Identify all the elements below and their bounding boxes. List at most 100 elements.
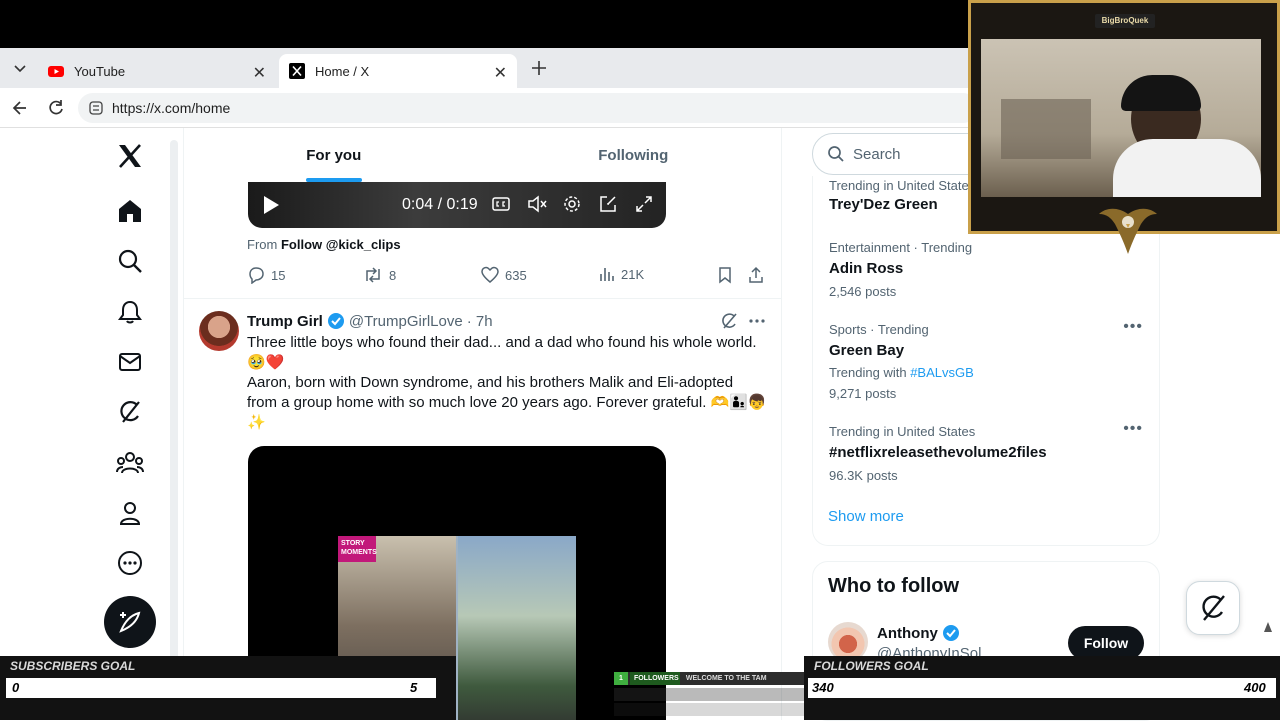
timeline-tabs: For you Following <box>184 128 782 182</box>
author-handle[interactable]: @TrumpGirlLove <box>349 313 463 330</box>
who-to-follow-title: Who to follow <box>828 575 960 597</box>
tab-for-you[interactable]: For you <box>184 128 484 182</box>
goal-title: FOLLOWERS GOAL <box>814 659 929 673</box>
goal-current: 0 <box>12 680 20 695</box>
grok-icon <box>722 313 737 329</box>
expand-icon <box>636 196 652 212</box>
mute-button[interactable] <box>527 195 547 213</box>
url-text: https://x.com/home <box>112 100 231 116</box>
video-time: 0:04 / 0:19 <box>402 196 478 213</box>
heart-icon <box>481 266 499 283</box>
compose-icon <box>119 611 141 633</box>
user-name: Anthony <box>877 624 938 642</box>
trend-count: 96.3K posts <box>829 468 898 483</box>
trend-context: Trending with #BALvsGB <box>829 365 1149 380</box>
close-icon[interactable]: ✕ <box>494 63 507 83</box>
dock-button[interactable] <box>599 195 617 213</box>
trend-item[interactable]: Trending in United States #netflixreleas… <box>829 420 1149 483</box>
trend-item[interactable]: Sports · Trending Green Bay Trending wit… <box>829 318 1149 401</box>
tweet-text-line: Aaron, born with Down syndrome, and his … <box>247 374 767 431</box>
scroll-thumb-icon <box>1264 622 1272 632</box>
timeline-column: For you Following 0:04 / 0:19 From Follo… <box>183 128 782 720</box>
tweet-actions: 15 8 635 21K <box>247 266 767 286</box>
url-field[interactable]: https://x.com/home <box>78 93 978 123</box>
follow-source-link[interactable]: Follow @kick_clips <box>281 237 401 252</box>
reply-button[interactable]: 15 <box>247 266 285 284</box>
view-count: 21K <box>621 266 645 282</box>
search-icon <box>828 146 844 162</box>
share-button[interactable] <box>747 266 771 284</box>
nav-messages[interactable] <box>114 346 146 378</box>
active-tab-indicator <box>305 178 362 182</box>
fullscreen-button[interactable] <box>635 195 653 213</box>
back-button[interactable] <box>10 98 30 118</box>
close-icon[interactable]: ✕ <box>253 63 266 83</box>
plus-icon <box>532 61 546 75</box>
post-button[interactable] <box>104 596 156 648</box>
youtube-icon <box>48 63 64 79</box>
tweet-more-button[interactable] <box>748 312 766 330</box>
followers-goal-track <box>808 678 1276 698</box>
tab-following[interactable]: Following <box>484 128 782 182</box>
bookmark-button[interactable] <box>717 266 739 284</box>
play-button[interactable] <box>262 195 280 215</box>
repost-button[interactable]: 8 <box>363 266 396 284</box>
page-scrollbar-arrow[interactable] <box>1263 620 1273 634</box>
nav-more[interactable] <box>114 547 146 579</box>
tweet-header: Trump Girl @TrumpGirlLove · 7h <box>247 312 493 330</box>
analytics-icon <box>600 268 614 281</box>
nav-explore[interactable] <box>114 245 146 277</box>
more-horizontal-icon[interactable]: ••• <box>1123 318 1143 336</box>
site-info-icon[interactable] <box>88 100 104 116</box>
ticker-row-faded <box>614 688 804 701</box>
tweet-divider <box>184 298 781 299</box>
tab-youtube[interactable]: YouTube ✕ <box>38 54 276 88</box>
webcam-overlay: BigBroQuek <box>968 0 1280 234</box>
nav-notifications[interactable] <box>114 296 146 328</box>
captions-button[interactable] <box>492 196 510 212</box>
repost-count: 8 <box>389 267 397 283</box>
views-button[interactable]: 21K <box>599 266 644 282</box>
nav-profile[interactable] <box>114 497 146 529</box>
bell-icon <box>118 300 142 324</box>
ticker-row: 1 FOLLOWERS WELCOME TO THE TAM <box>614 672 804 685</box>
trend-title: #netflixreleasethevolume2files <box>829 444 1047 461</box>
verified-badge-icon <box>942 625 959 641</box>
nav-communities[interactable] <box>114 447 146 479</box>
x-logo-icon <box>119 144 141 168</box>
ticker-row-faded <box>614 703 804 716</box>
author-name[interactable]: Trump Girl <box>247 313 323 330</box>
video-controls: 0:04 / 0:19 <box>248 182 666 228</box>
tweet-time[interactable]: · 7h <box>467 313 493 330</box>
trend-count: 9,271 posts <box>829 386 897 401</box>
reload-button[interactable] <box>46 98 66 118</box>
trend-hashtag-link[interactable]: #BALvsGB <box>910 365 974 380</box>
bookmark-icon <box>719 267 731 284</box>
show-more-link[interactable]: Show more <box>828 508 904 525</box>
avatar[interactable] <box>199 311 239 351</box>
goal-title: SUBSCRIBERS GOAL <box>10 659 136 673</box>
tab-label: Home / X <box>315 63 370 79</box>
search-placeholder: Search <box>853 145 901 163</box>
verified-badge-icon <box>327 313 344 329</box>
share-icon <box>749 266 763 283</box>
like-button[interactable]: 635 <box>481 266 527 284</box>
captions-icon <box>492 197 510 211</box>
tweet-text-line: Three little boys who found their dad...… <box>247 334 757 371</box>
x-home-logo[interactable] <box>114 140 146 172</box>
follow-button[interactable]: Follow <box>1068 626 1144 660</box>
timeline-scrollbar[interactable] <box>170 140 178 660</box>
settings-button[interactable] <box>563 195 581 213</box>
nav-home[interactable] <box>114 195 146 227</box>
trend-count: 2,546 posts <box>829 284 897 299</box>
grok-explain-button[interactable] <box>720 312 738 330</box>
grok-floating-button[interactable] <box>1186 581 1240 635</box>
more-horizontal-icon[interactable]: ••• <box>1123 420 1143 438</box>
nav-grok[interactable] <box>114 396 146 428</box>
goal-target: 400 <box>1244 680 1266 695</box>
tab-home-x[interactable]: Home / X ✕ <box>279 54 517 88</box>
subscribers-goal-track <box>6 678 436 698</box>
suggested-user-name[interactable]: Anthony <box>877 624 960 642</box>
tab-list-dropdown[interactable] <box>10 60 30 78</box>
new-tab-button[interactable] <box>528 57 550 79</box>
